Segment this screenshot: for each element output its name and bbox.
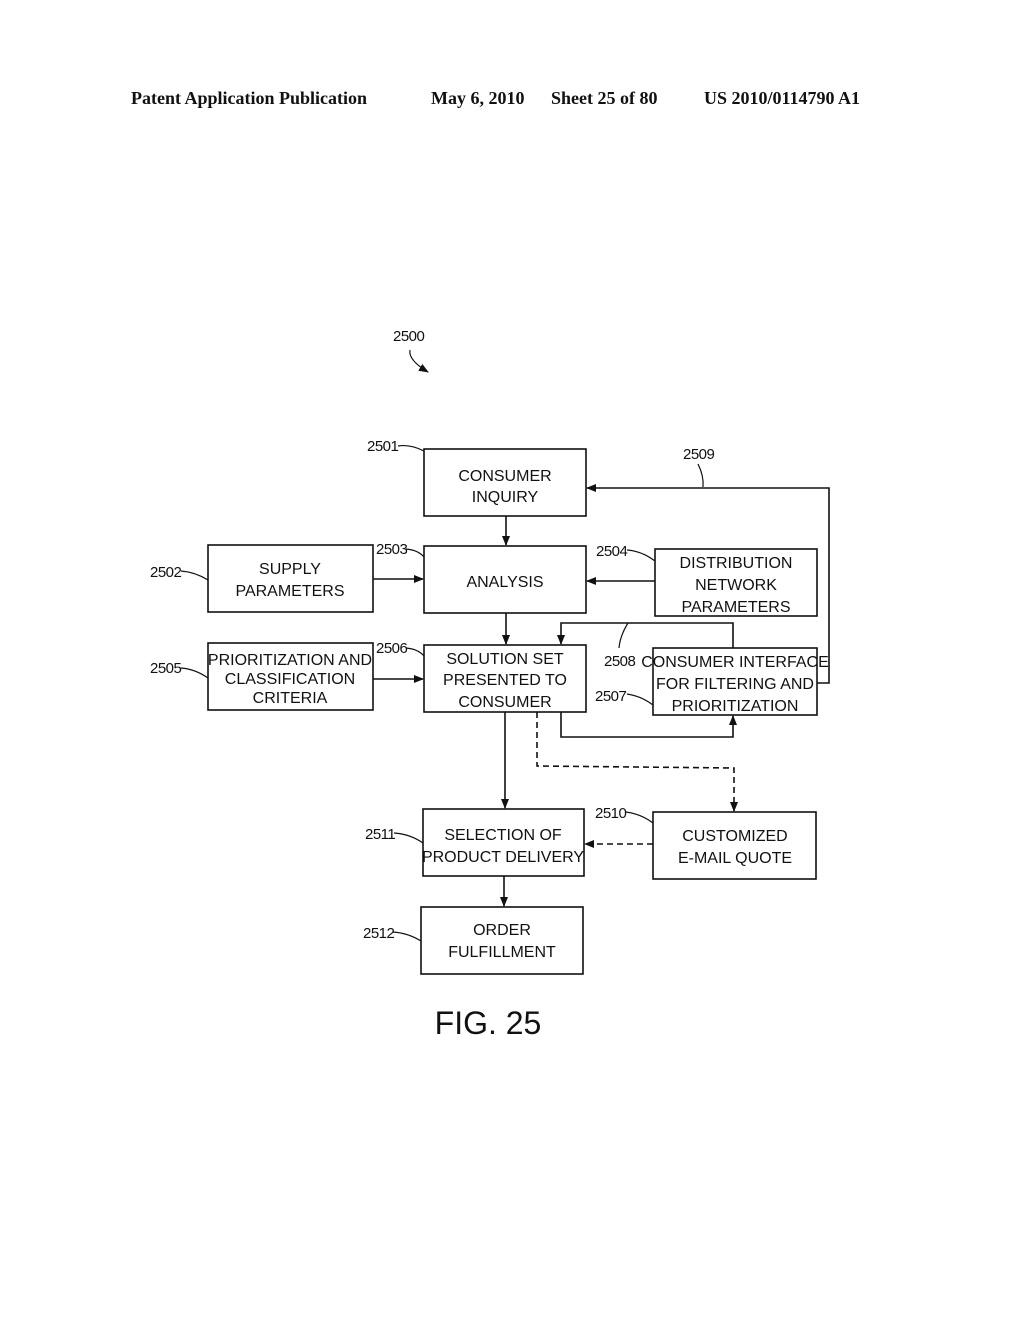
- box-analysis: ANALYSIS: [423, 545, 587, 614]
- box-supply-parameters: SUPPLY PARAMETERS: [207, 544, 374, 613]
- box-text: PARAMETERS: [235, 583, 344, 600]
- leader-line: [405, 548, 425, 558]
- leader-line: [697, 463, 704, 488]
- ref-label-2507: 2507: [595, 688, 627, 705]
- box-text: ORDER: [473, 922, 531, 939]
- box-text: SELECTION OF: [444, 827, 562, 844]
- box-text: DISTRIBUTION: [680, 555, 793, 572]
- leader-line: [393, 832, 424, 844]
- box-text: PRODUCT DELIVERY: [422, 849, 584, 866]
- box-text: INQUIRY: [472, 489, 539, 506]
- leader-line: [626, 693, 654, 706]
- ref-label-2504: 2504: [596, 543, 628, 560]
- ref-label-2510: 2510: [595, 805, 627, 822]
- box-text: PRIORITIZATION AND: [208, 652, 372, 669]
- figure-ref-arrow: [409, 349, 429, 373]
- figure-ref-label: 2500: [393, 328, 425, 345]
- box-order-fulfillment: ORDER FULFILLMENT: [420, 906, 584, 975]
- box-text: ANALYSIS: [466, 574, 543, 591]
- box-selection-delivery: SELECTION OF PRODUCT DELIVERY: [422, 808, 585, 877]
- box-text: NETWORK: [695, 577, 777, 594]
- box-text: CLASSIFICATION: [225, 671, 355, 688]
- box-text: CRITERIA: [253, 690, 328, 707]
- ref-label-2501: 2501: [367, 438, 399, 455]
- box-text: CONSUMER: [458, 468, 551, 485]
- box-text: FULFILLMENT: [448, 944, 556, 961]
- leader-line: [392, 931, 422, 942]
- box-text: PRESENTED TO: [443, 672, 567, 689]
- box-solution-set: SOLUTION SET PRESENTED TO CONSUMER: [423, 644, 587, 713]
- box-text: CONSUMER INTERFACE: [641, 654, 829, 671]
- box-consumer-interface: CONSUMER INTERFACE FOR FILTERING AND PRI…: [641, 647, 829, 716]
- leader-line: [626, 549, 656, 562]
- box-text: CUSTOMIZED: [682, 828, 787, 845]
- ref-label-2505: 2505: [150, 660, 182, 677]
- flowchart-diagram: 2500 CONSUMER INQUIRY 2501 SUPPLY PARAME…: [150, 328, 830, 1041]
- box-text: SUPPLY: [259, 561, 321, 578]
- ref-label-2502: 2502: [150, 564, 182, 581]
- box-customized-quote: CUSTOMIZED E-MAIL QUOTE: [652, 811, 817, 880]
- leader-line: [618, 622, 629, 649]
- figure-caption: FIG. 25: [435, 1005, 542, 1041]
- ref-label-2511: 2511: [365, 826, 395, 843]
- leader-line: [180, 570, 209, 581]
- leader-line: [180, 667, 209, 679]
- dashed-arrow-solution-to-quote: [536, 712, 738, 812]
- leader-line: [625, 811, 654, 824]
- ref-label-2503: 2503: [376, 541, 408, 558]
- ref-label-2509: 2509: [683, 446, 715, 463]
- leader-line: [405, 647, 425, 657]
- box-text: PRIORITIZATION: [672, 698, 799, 715]
- box-text: SOLUTION SET: [446, 651, 564, 668]
- box-consumer-inquiry: CONSUMER INQUIRY: [423, 448, 587, 517]
- box-text: CONSUMER: [458, 694, 551, 711]
- leader-line: [397, 444, 425, 452]
- ref-label-2512: 2512: [363, 925, 395, 942]
- box-distribution-network: DISTRIBUTION NETWORK PARAMETERS: [654, 548, 818, 617]
- ref-label-2508: 2508: [604, 653, 636, 670]
- box-text: PARAMETERS: [681, 599, 790, 616]
- box-text: E-MAIL QUOTE: [678, 850, 792, 867]
- box-prioritization-criteria: PRIORITIZATION AND CLASSIFICATION CRITER…: [207, 642, 374, 711]
- ref-label-2506: 2506: [376, 640, 408, 657]
- box-text: FOR FILTERING AND: [656, 676, 814, 693]
